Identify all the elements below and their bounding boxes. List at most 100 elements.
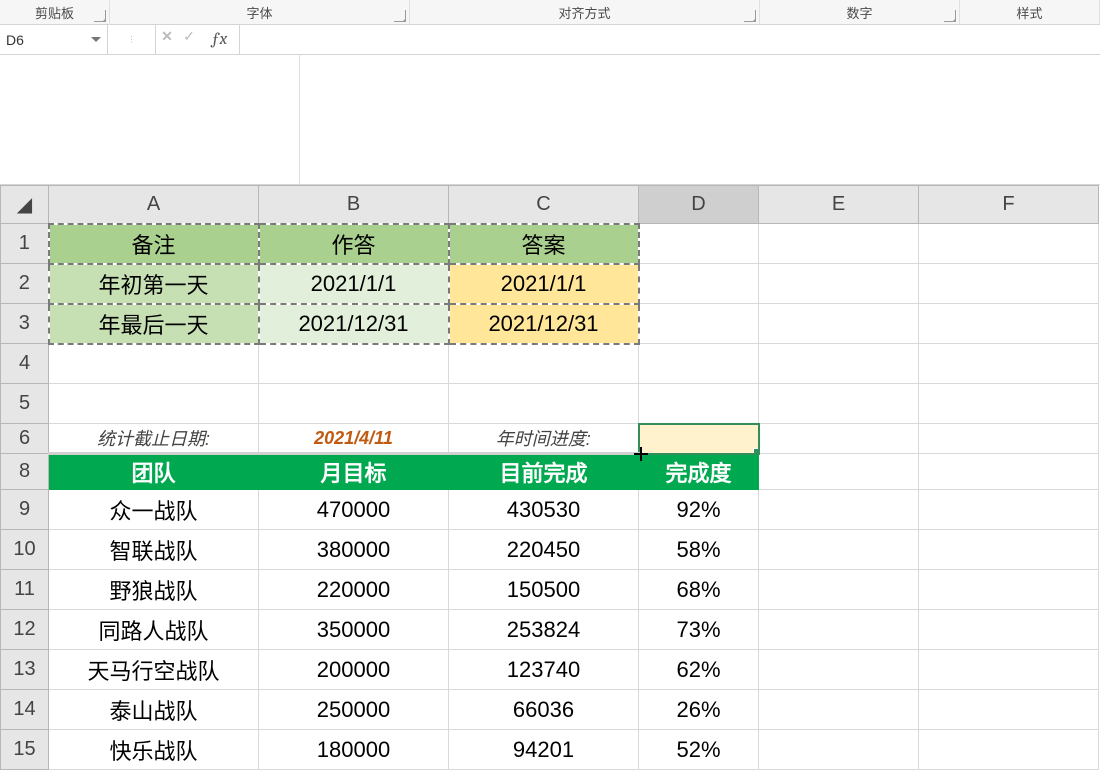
row-header[interactable]: 15 [1, 730, 49, 770]
cell[interactable] [759, 304, 919, 344]
cell-pct[interactable]: 58% [639, 530, 759, 570]
cell-done[interactable]: 253824 [449, 610, 639, 650]
table-header-cell[interactable]: 目前完成 [449, 454, 639, 490]
column-header[interactable]: C [449, 186, 639, 224]
cell-pct[interactable]: 73% [639, 610, 759, 650]
select-all-corner[interactable]: ◢ [1, 186, 49, 224]
fx-icon[interactable]: ƒx [200, 25, 240, 54]
cell[interactable] [759, 424, 919, 454]
cell[interactable] [919, 344, 1099, 384]
column-header[interactable]: F [919, 186, 1099, 224]
cell[interactable] [759, 730, 919, 770]
cell[interactable] [919, 570, 1099, 610]
cell[interactable] [759, 610, 919, 650]
cell[interactable] [759, 530, 919, 570]
cell[interactable] [639, 304, 759, 344]
enter-icon[interactable]: ✓ [178, 25, 200, 47]
row-header[interactable]: 6 [1, 424, 49, 454]
cell[interactable] [759, 490, 919, 530]
cell[interactable] [759, 650, 919, 690]
cell[interactable]: 2021/1/1 [259, 264, 449, 304]
cell[interactable] [759, 570, 919, 610]
cell-done[interactable]: 66036 [449, 690, 639, 730]
ribbon-group-styles[interactable]: 样式 [960, 0, 1100, 25]
column-header[interactable]: E [759, 186, 919, 224]
cell[interactable] [49, 344, 259, 384]
cell[interactable] [449, 344, 639, 384]
cell[interactable]: 年最后一天 [49, 304, 259, 344]
cell-team[interactable]: 同路人战队 [49, 610, 259, 650]
dialog-launcher-icon[interactable] [394, 10, 406, 22]
row-header[interactable]: 4 [1, 344, 49, 384]
cell[interactable] [259, 384, 449, 424]
cell[interactable] [639, 384, 759, 424]
cell-pct[interactable]: 68% [639, 570, 759, 610]
cell[interactable] [759, 690, 919, 730]
cell[interactable] [639, 264, 759, 304]
cell-pct[interactable]: 62% [639, 650, 759, 690]
row-header[interactable]: 9 [1, 490, 49, 530]
cell[interactable]: 2021/12/31 [449, 304, 639, 344]
row-header[interactable]: 13 [1, 650, 49, 690]
spreadsheet-grid[interactable]: ◢ A B C D E F 1 备注 作答 答案 2 年初第一天 2021/1/… [0, 185, 1100, 770]
cell-done[interactable]: 150500 [449, 570, 639, 610]
table-header-cell[interactable]: 团队 [49, 454, 259, 490]
ribbon-group-font[interactable]: 字体 [110, 0, 410, 25]
cell-target[interactable]: 380000 [259, 530, 449, 570]
cell[interactable] [919, 530, 1099, 570]
cell[interactable] [759, 454, 919, 490]
cell[interactable] [639, 344, 759, 384]
column-header[interactable]: A [49, 186, 259, 224]
cell[interactable] [259, 344, 449, 384]
cancel-icon[interactable]: ✕ [156, 25, 178, 47]
cell[interactable]: 2021/12/31 [259, 304, 449, 344]
cell-pct[interactable]: 92% [639, 490, 759, 530]
row-header[interactable]: 8 [1, 454, 49, 490]
cell[interactable] [919, 490, 1099, 530]
cell[interactable]: 备注 [49, 224, 259, 264]
cell-team[interactable]: 快乐战队 [49, 730, 259, 770]
cell-done[interactable]: 123740 [449, 650, 639, 690]
cell[interactable] [919, 454, 1099, 490]
cell[interactable] [759, 224, 919, 264]
cell[interactable] [759, 384, 919, 424]
ribbon-group-number[interactable]: 数字 [760, 0, 960, 25]
cell-stat-date[interactable]: 2021/4/11 [259, 424, 449, 454]
cell-pct[interactable]: 26% [639, 690, 759, 730]
cell[interactable] [759, 344, 919, 384]
chevron-down-icon[interactable] [89, 33, 103, 47]
cell-team[interactable]: 天马行空战队 [49, 650, 259, 690]
row-header[interactable]: 14 [1, 690, 49, 730]
cell[interactable] [919, 224, 1099, 264]
cell[interactable]: 答案 [449, 224, 639, 264]
row-header[interactable]: 5 [1, 384, 49, 424]
cell[interactable] [919, 690, 1099, 730]
row-header[interactable]: 3 [1, 304, 49, 344]
ribbon-group-clipboard[interactable]: 剪贴板 [0, 0, 110, 25]
cell[interactable] [919, 264, 1099, 304]
cell-progress-label[interactable]: 年时间进度: [449, 424, 639, 454]
dialog-launcher-icon[interactable] [744, 10, 756, 22]
dialog-launcher-icon[interactable] [94, 10, 106, 22]
cell[interactable] [759, 264, 919, 304]
cell-pct[interactable]: 52% [639, 730, 759, 770]
cell-team[interactable]: 野狼战队 [49, 570, 259, 610]
row-header[interactable]: 12 [1, 610, 49, 650]
cell[interactable] [919, 424, 1099, 454]
cell[interactable] [449, 384, 639, 424]
row-header[interactable]: 1 [1, 224, 49, 264]
formula-bar-expand-area[interactable] [0, 55, 1100, 185]
cell-target[interactable]: 250000 [259, 690, 449, 730]
active-cell[interactable] [639, 424, 759, 454]
cell-team[interactable]: 泰山战队 [49, 690, 259, 730]
cell[interactable] [639, 224, 759, 264]
cell[interactable] [49, 384, 259, 424]
cell-target[interactable]: 350000 [259, 610, 449, 650]
column-header[interactable]: D [639, 186, 759, 224]
row-header[interactable]: 10 [1, 530, 49, 570]
cell-team[interactable]: 众一战队 [49, 490, 259, 530]
cell[interactable]: 2021/1/1 [449, 264, 639, 304]
cell-target[interactable]: 180000 [259, 730, 449, 770]
cell[interactable]: 作答 [259, 224, 449, 264]
cell-stat-label[interactable]: 统计截止日期: [49, 424, 259, 454]
